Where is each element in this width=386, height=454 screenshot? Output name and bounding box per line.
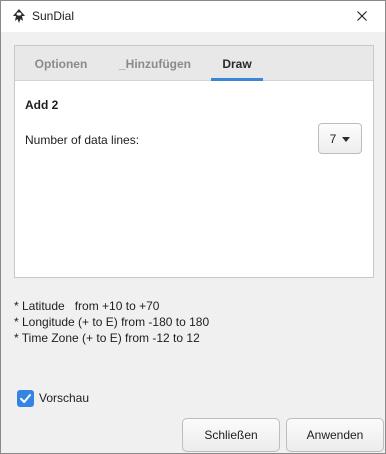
chevron-down-icon xyxy=(342,136,351,142)
apply-button[interactable]: Anwenden xyxy=(286,418,384,452)
help-latitude: * Latitude from +10 to +70 xyxy=(14,299,160,313)
preview-label: Vorschau xyxy=(39,391,90,405)
data-lines-label: Number of data lines: xyxy=(25,133,140,147)
close-button[interactable]: Schließen xyxy=(182,418,280,452)
inkscape-icon xyxy=(11,8,27,24)
preview-checkbox-row[interactable]: Vorschau xyxy=(17,389,89,407)
preview-checkbox[interactable] xyxy=(17,389,34,407)
close-window-button[interactable] xyxy=(339,1,385,32)
active-tab-indicator xyxy=(211,78,263,81)
checkmark-icon xyxy=(20,393,31,403)
section-title: Add 2 xyxy=(25,98,59,112)
notebook-panel: Optionen _Hinzufügen Draw Add 2 Number o… xyxy=(14,45,374,278)
tab-optionen[interactable]: Optionen xyxy=(31,46,91,81)
close-icon xyxy=(357,10,367,24)
data-lines-dropdown[interactable]: 7 xyxy=(318,123,362,154)
tab-draw[interactable]: Draw xyxy=(211,46,263,81)
help-longitude: * Longitude (+ to E) from -180 to 180 xyxy=(14,315,210,329)
window-title: SunDial xyxy=(32,9,75,23)
sundial-dialog: SunDial Optionen _Hinzufügen Draw Add 2 … xyxy=(0,0,386,454)
tab-hinzufuegen[interactable]: _Hinzufügen xyxy=(111,46,199,81)
title-bar: SunDial xyxy=(1,1,385,32)
help-timezone: * Time Zone (+ to E) from -12 to 12 xyxy=(14,331,200,345)
tab-bar: Optionen _Hinzufügen Draw xyxy=(15,46,373,81)
data-lines-value: 7 xyxy=(329,131,337,146)
